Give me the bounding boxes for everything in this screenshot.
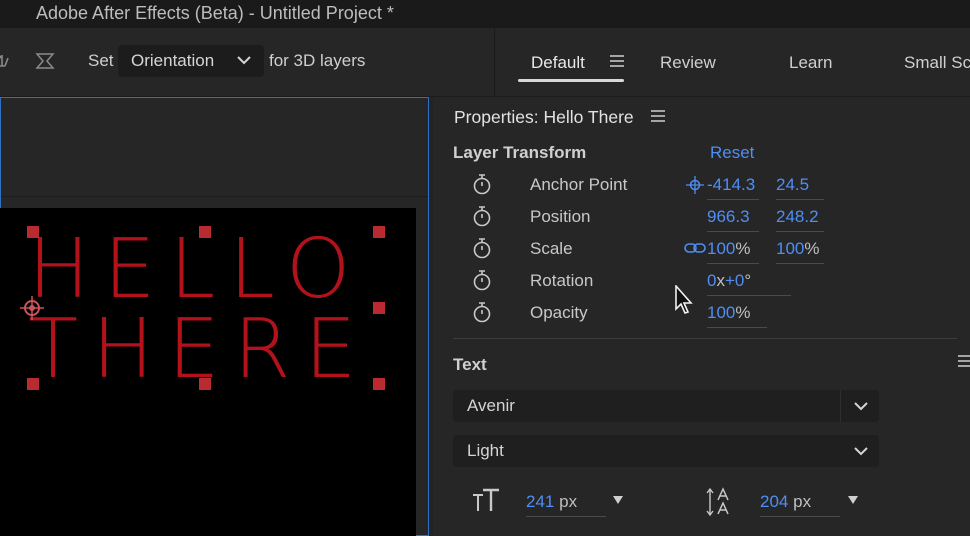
anchor-point-y-field[interactable]: 24.5 [776,175,824,200]
stopwatch-icon[interactable] [472,237,492,259]
stopwatch-icon[interactable] [472,269,492,291]
scale-y-field[interactable]: 100% [776,239,824,264]
opacity-value: 100 [707,303,736,322]
reset-button[interactable]: Reset [710,143,754,163]
link-icon[interactable] [684,241,706,255]
leading-dropdown-icon[interactable] [848,496,858,504]
properties-title: Properties: Hello There [454,107,634,127]
orientation-value: Orientation [131,51,215,70]
anchor-point-y: 24.5 [776,175,810,194]
chevron-down-icon [237,56,251,65]
font-style-dropdown-button[interactable] [841,435,879,467]
font-size-icon [473,488,499,511]
anchor-point-x: -414.3 [707,175,756,194]
rotation-degrees: +0 [724,271,745,290]
hamburger-menu-icon[interactable] [610,55,624,67]
font-size-field[interactable]: 241 px [526,492,606,517]
bounding-handle[interactable] [199,226,211,238]
comp-panel-divider [1,196,428,197]
anchor-point-x-field[interactable]: -414.3 [707,175,759,200]
workspace-tab-learn[interactable]: Learn [789,53,832,73]
anchor-point-label: Anchor Point [530,175,628,194]
panel-menu-icon[interactable] [651,110,665,122]
font-family-dropdown-button[interactable] [840,390,879,422]
scale-label: Scale [530,239,573,258]
position-x: 966.3 [707,207,750,226]
chevron-down-icon [854,402,868,411]
anchor-target-icon[interactable] [686,176,704,194]
set-label: Set [88,51,114,70]
layer-transform-heading: Layer Transform [453,143,587,162]
font-family-select[interactable]: Avenir [453,390,879,422]
workspace-tab-default[interactable]: Default [531,53,585,73]
scale-x-field[interactable]: 100% [707,239,759,264]
text-section-menu-icon[interactable] [958,355,970,367]
orientation-select[interactable]: Orientation [118,45,264,77]
leading-value: 204 [760,492,789,511]
font-size-value: 241 [526,492,555,511]
for-3d-layers-label: for 3D layers [269,51,366,70]
bounding-handle[interactable] [373,302,385,314]
stopwatch-icon[interactable] [472,205,492,227]
position-label: Position [530,207,591,226]
rotation-x-sep: x [716,271,725,290]
section-divider [453,338,957,339]
scale-y-unit: % [804,239,820,258]
active-tab-indicator [518,79,624,82]
bounding-handle[interactable] [27,226,39,238]
workspace-tab-review[interactable]: Review [660,53,716,73]
bounding-handle[interactable] [199,378,211,390]
bounding-handle[interactable] [373,378,385,390]
world-axis-icon[interactable] [34,50,56,72]
font-style-select[interactable]: Light [453,435,879,467]
scale-y: 100 [776,239,805,258]
mouse-cursor-icon [675,285,693,314]
scale-x-unit: % [735,239,751,258]
opacity-field[interactable]: 100% [707,303,767,328]
position-y: 248.2 [776,207,819,226]
composition-viewer[interactable]: HELLO THERE [0,208,416,536]
rotation-field[interactable]: 0x+0° [707,271,791,296]
position-x-field[interactable]: 966.3 [707,207,759,232]
leading-field[interactable]: 204 px [760,492,840,517]
toolbar-divider [494,28,495,96]
bounding-handle[interactable] [27,378,39,390]
font-family-value: Avenir [467,396,515,415]
font-size-unit: px [559,492,578,511]
toolbar: Set Orientation for 3D layers Default Re… [0,28,970,97]
bounding-handle[interactable] [373,226,385,238]
stopwatch-icon[interactable] [472,173,492,195]
stopwatch-icon[interactable] [472,301,492,323]
window-title: Adobe After Effects (Beta) - Untitled Pr… [36,3,394,23]
opacity-label: Opacity [530,303,588,322]
title-bar: Adobe After Effects (Beta) - Untitled Pr… [0,0,970,28]
local-axis-icon[interactable] [0,50,16,72]
opacity-unit: % [735,303,751,322]
chevron-down-icon [854,447,868,456]
rotation-label: Rotation [530,271,594,290]
workspace-tab-small-screen[interactable]: Small Sc [904,53,970,73]
anchor-point-icon[interactable] [20,296,44,320]
text-section-heading: Text [453,355,487,374]
font-style-value: Light [467,441,504,460]
leading-icon [706,487,729,517]
rotation-degree-unit: ° [744,271,752,290]
position-y-field[interactable]: 248.2 [776,207,824,232]
font-size-dropdown-icon[interactable] [613,496,623,504]
scale-x: 100 [707,239,736,258]
leading-unit: px [793,492,812,511]
